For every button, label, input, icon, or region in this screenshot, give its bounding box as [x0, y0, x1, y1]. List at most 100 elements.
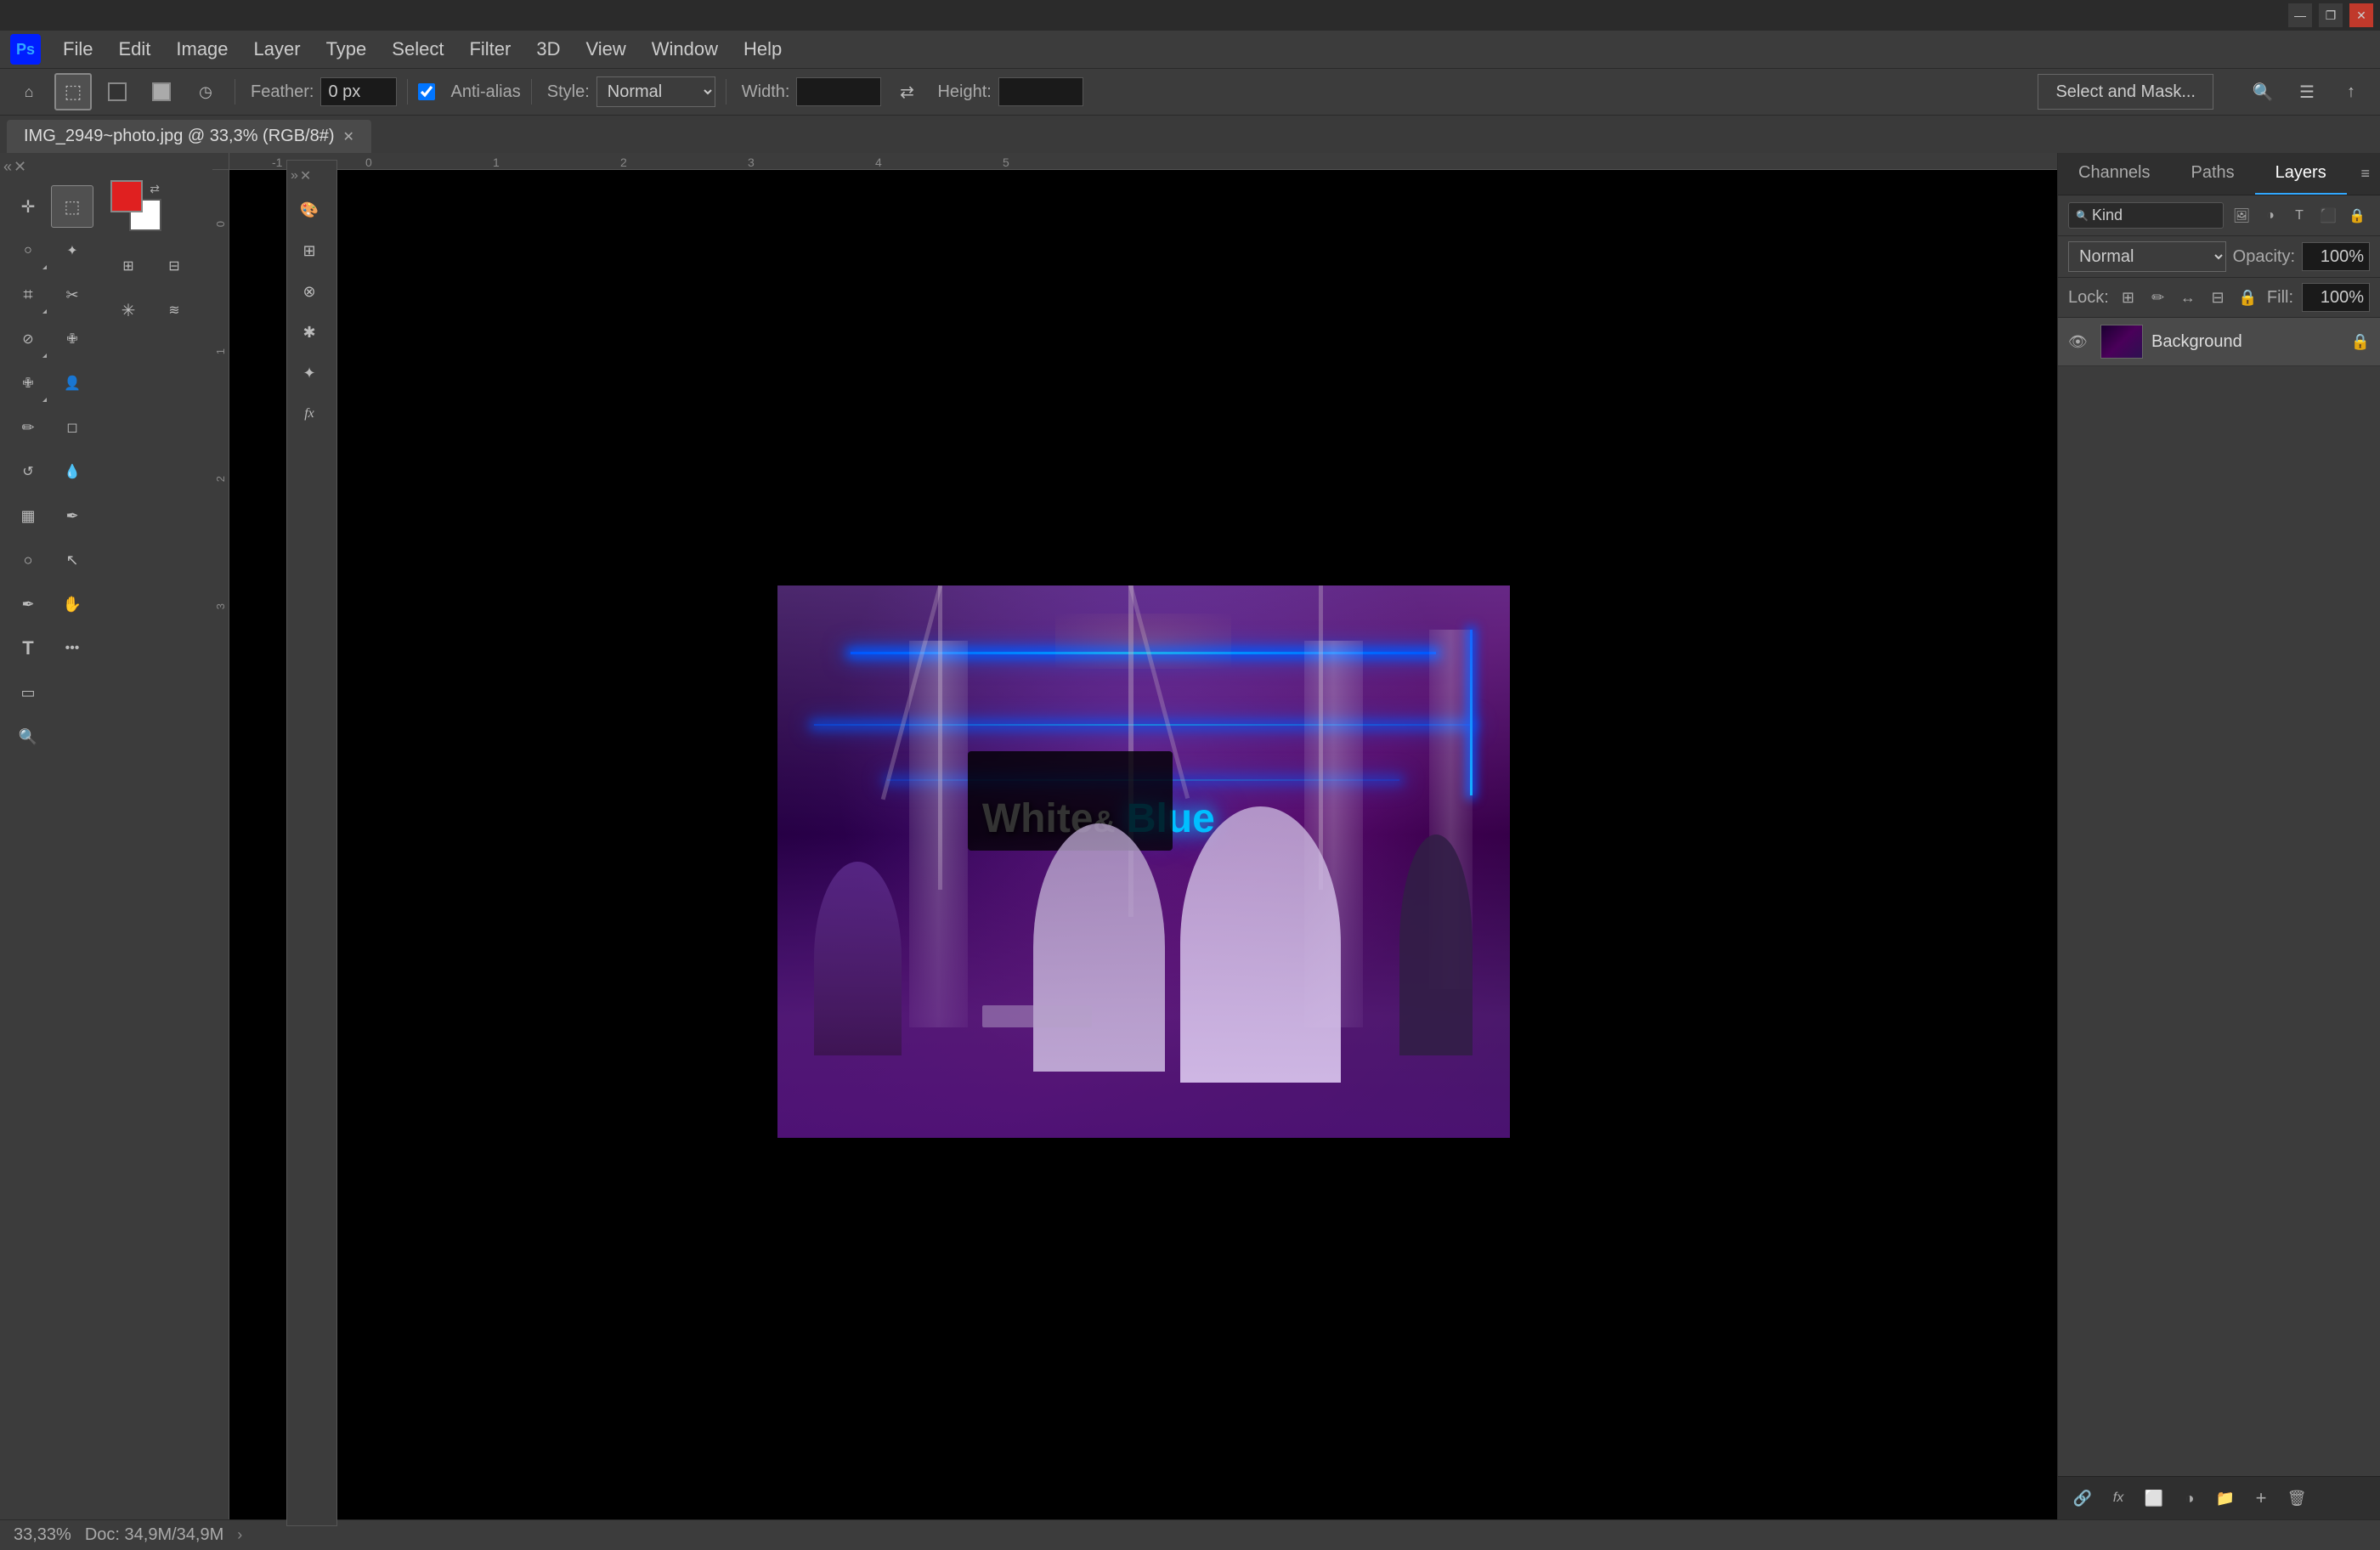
- eraser-tool-btn[interactable]: ◻: [51, 406, 93, 449]
- menu-image[interactable]: Image: [164, 33, 240, 65]
- mini-tool-fx[interactable]: fx: [291, 395, 328, 433]
- layer-visibility-btn[interactable]: 👁: [2068, 333, 2092, 351]
- history-brush-btn[interactable]: ↺: [7, 450, 49, 493]
- rectangle-shape-btn[interactable]: ▭: [7, 671, 49, 714]
- filter-pixel-btn[interactable]: 🖼: [2229, 203, 2254, 229]
- swap-dimensions-btn[interactable]: ⇄: [888, 73, 925, 110]
- filter-kind-input[interactable]: [2092, 206, 2216, 224]
- quick-mask-btn[interactable]: ◷: [187, 73, 224, 110]
- fill-input[interactable]: [2302, 283, 2370, 312]
- fx-btn[interactable]: fx: [2104, 1484, 2133, 1513]
- pen-tool-btn[interactable]: ✒: [7, 583, 49, 625]
- compass-btn[interactable]: ✳: [107, 289, 150, 331]
- left-panel-close-btn[interactable]: ✕: [14, 158, 26, 176]
- slice-tool-btn[interactable]: ✂: [51, 274, 93, 316]
- eyedropper-tool-btn[interactable]: ⊘: [7, 318, 49, 360]
- lock-artboard-btn[interactable]: ⊟: [2207, 286, 2228, 309]
- workspace-button[interactable]: ☰: [2288, 73, 2326, 110]
- blend-mode-select[interactable]: Normal Dissolve Multiply Screen Overlay: [2068, 241, 2226, 272]
- opacity-input[interactable]: [2302, 242, 2370, 271]
- lock-all-btn[interactable]: 🔒: [2237, 286, 2258, 309]
- menu-file[interactable]: File: [51, 33, 105, 65]
- height-input[interactable]: [998, 77, 1083, 106]
- antialias-checkbox[interactable]: [418, 83, 435, 100]
- tab-layers[interactable]: Layers: [2255, 153, 2347, 195]
- menu-3d[interactable]: 3D: [524, 33, 572, 65]
- new-group-btn[interactable]: 📁: [2211, 1484, 2240, 1513]
- artboard-btn[interactable]: ⊞: [107, 245, 150, 287]
- heal-tool-btn[interactable]: ✙: [7, 362, 49, 404]
- share-button[interactable]: ↑: [2332, 73, 2370, 110]
- magic-wand-btn[interactable]: ✦: [51, 229, 93, 272]
- mini-tool-2[interactable]: ⊞: [291, 232, 328, 269]
- pen-freeform-btn[interactable]: ✒: [51, 495, 93, 537]
- new-layer-btn[interactable]: +: [2247, 1484, 2275, 1513]
- menu-filter[interactable]: Filter: [457, 33, 523, 65]
- brush-tool-btn[interactable]: ✏: [7, 406, 49, 449]
- lock-pixels-btn[interactable]: ✏: [2147, 286, 2168, 309]
- menu-type[interactable]: Type: [314, 33, 379, 65]
- mini-panel-close-btn[interactable]: ✕: [300, 167, 311, 184]
- panel-menu-btn[interactable]: ≡: [2350, 153, 2380, 195]
- mini-panel-collapse-btn[interactable]: »: [291, 167, 298, 184]
- lock-transparent-btn[interactable]: ⊞: [2117, 286, 2139, 309]
- menu-help[interactable]: Help: [732, 33, 794, 65]
- marquee-tool-btn[interactable]: ⬚: [54, 73, 92, 110]
- path-select-btn[interactable]: ↖: [51, 539, 93, 581]
- tab-channels[interactable]: Channels: [2058, 153, 2171, 195]
- blur-tool-btn[interactable]: 💧: [51, 450, 93, 493]
- foreground-color-btn[interactable]: [99, 73, 136, 110]
- minimize-button[interactable]: —: [2288, 3, 2312, 27]
- hand-tool-btn[interactable]: ✋: [51, 583, 93, 625]
- document-tab[interactable]: IMG_2949~photo.jpg @ 33,3% (RGB/8#) ✕: [7, 120, 371, 153]
- mini-tool-5[interactable]: ✦: [291, 354, 328, 392]
- menu-window[interactable]: Window: [640, 33, 730, 65]
- zoom-tool-btn[interactable]: 🔍: [7, 716, 49, 758]
- move-tool-btn[interactable]: ✛: [7, 185, 49, 228]
- stamp-tool-btn[interactable]: 👤: [51, 362, 93, 404]
- menu-layer[interactable]: Layer: [242, 33, 313, 65]
- dodge-tool-btn[interactable]: ○: [7, 539, 49, 581]
- more-tools-btn[interactable]: •••: [51, 627, 93, 670]
- home-button[interactable]: ⌂: [10, 73, 48, 110]
- layer-row-background[interactable]: 👁 Background 🔒: [2058, 318, 2380, 366]
- width-input[interactable]: [796, 77, 881, 106]
- mini-tool-4[interactable]: ✱: [291, 314, 328, 351]
- select-mask-button[interactable]: Select and Mask...: [2038, 74, 2213, 110]
- style-select[interactable]: Normal Fixed Ratio Fixed Size: [596, 76, 715, 107]
- menu-select[interactable]: Select: [380, 33, 455, 65]
- adjustment-btn[interactable]: ◑: [2175, 1484, 2204, 1513]
- mini-tool-1[interactable]: 🎨: [291, 191, 328, 229]
- feather-input[interactable]: [320, 77, 397, 106]
- doc-tab-close[interactable]: ✕: [343, 128, 354, 145]
- filter-adjustment-btn[interactable]: ◑: [2258, 203, 2283, 229]
- maximize-button[interactable]: ❐: [2319, 3, 2343, 27]
- filter-smartobj-btn[interactable]: 🔒: [2344, 203, 2370, 229]
- menu-view[interactable]: View: [574, 33, 637, 65]
- photo-canvas[interactable]: White& Blue: [777, 585, 1510, 1138]
- search-button[interactable]: 🔍: [2244, 73, 2281, 110]
- left-panel-collapse-btn[interactable]: «: [3, 158, 12, 176]
- lock-position-btn[interactable]: ↔: [2177, 286, 2198, 309]
- menu-edit[interactable]: Edit: [106, 33, 162, 65]
- status-arrow-btn[interactable]: ›: [237, 1526, 242, 1544]
- marquee-rect-btn[interactable]: ⬚: [51, 185, 93, 228]
- link-layers-btn[interactable]: 🔗: [2068, 1484, 2097, 1513]
- lasso-tool-btn[interactable]: ○: [7, 229, 49, 272]
- gradient-tool-btn[interactable]: ▦: [7, 495, 49, 537]
- frame-btn[interactable]: ⊟: [153, 245, 195, 287]
- delete-layer-btn[interactable]: 🗑: [2282, 1484, 2311, 1513]
- swap-colors-btn[interactable]: ⇄: [150, 182, 160, 196]
- crop-tool-btn[interactable]: ⌗: [7, 274, 49, 316]
- filter-shape-btn[interactable]: ⬛: [2315, 203, 2341, 229]
- close-button[interactable]: ✕: [2349, 3, 2373, 27]
- grass-btn[interactable]: ≋: [153, 289, 195, 331]
- color-sampler-btn[interactable]: ✙: [51, 318, 93, 360]
- add-mask-btn[interactable]: ⬜: [2140, 1484, 2168, 1513]
- mini-tool-3[interactable]: ⊗: [291, 273, 328, 310]
- background-color-btn[interactable]: [143, 73, 180, 110]
- filter-type-btn[interactable]: T: [2287, 203, 2312, 229]
- tab-paths[interactable]: Paths: [2171, 153, 2255, 195]
- type-tool-btn[interactable]: T: [7, 627, 49, 670]
- fg-color-swatch[interactable]: [110, 180, 143, 212]
